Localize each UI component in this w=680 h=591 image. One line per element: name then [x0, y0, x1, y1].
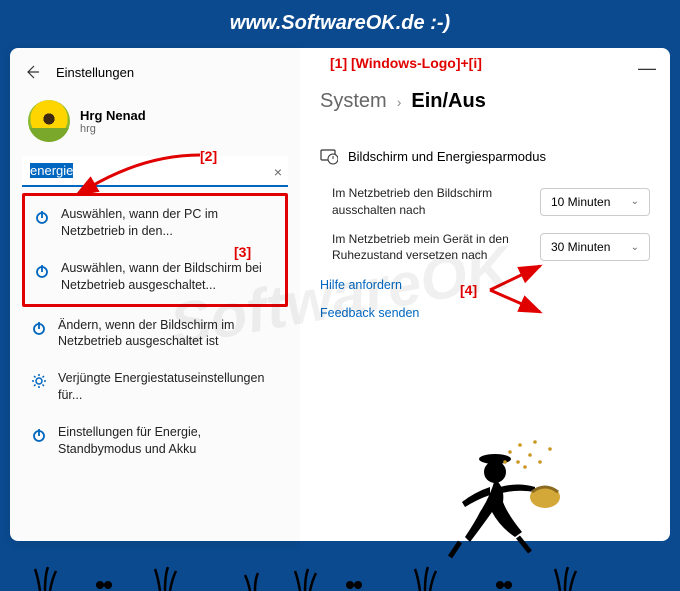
chevron-down-icon: ⌄ [631, 242, 639, 253]
section-label: Bildschirm und Energiesparmodus [348, 149, 546, 164]
power-icon [30, 426, 48, 444]
dropdown-value: 10 Minuten [551, 195, 610, 209]
back-button[interactable] [22, 62, 42, 82]
search-results-plain: Ändern, wenn der Bildschirm im Netzbetri… [22, 307, 288, 468]
power-icon [30, 319, 48, 337]
result-text: Auswählen, wann der Bildschirm bei Netzb… [61, 260, 277, 294]
result-text: Ändern, wenn der Bildschirm im Netzbetri… [58, 317, 280, 351]
chevron-down-icon: ⌄ [631, 196, 639, 207]
sleep-dropdown[interactable]: 30 Minuten ⌄ [540, 233, 650, 261]
settings-group: Im Netzbetrieb den Bildschirm ausschalte… [320, 185, 650, 264]
power-icon [33, 262, 51, 280]
result-text: Auswählen, wann der PC im Netzbetrieb in… [61, 206, 277, 240]
user-info: Hrg Nenad hrg [80, 108, 146, 135]
user-name: Hrg Nenad [80, 108, 146, 123]
user-sub: hrg [80, 123, 146, 135]
result-item[interactable]: Auswählen, wann der Bildschirm bei Netzb… [25, 250, 285, 304]
running-figure-icon [440, 437, 590, 587]
setting-label: Im Netzbetrieb mein Gerät in den Ruhezus… [332, 231, 528, 265]
result-item[interactable]: Einstellungen für Energie, Standbymodus … [22, 414, 288, 468]
power-icon [33, 208, 51, 226]
breadcrumb-current: Ein/Aus [411, 90, 485, 113]
arrow-left-icon [24, 64, 40, 80]
search-input[interactable] [22, 156, 288, 187]
left-panel: Einstellungen Hrg Nenad hrg × Auswählen,… [10, 48, 300, 541]
result-text: Einstellungen für Energie, Standbymodus … [58, 424, 280, 458]
result-item[interactable]: Verjüngte Energiestatuseinstellungen für… [22, 360, 288, 414]
result-text: Verjüngte Energiestatuseinstellungen für… [58, 370, 280, 404]
setting-label: Im Netzbetrieb den Bildschirm ausschalte… [332, 185, 528, 219]
search-results-highlighted: Auswählen, wann der PC im Netzbetrieb in… [22, 193, 288, 307]
result-item[interactable]: Ändern, wenn der Bildschirm im Netzbetri… [22, 307, 288, 361]
search-box: × [22, 156, 288, 187]
dropdown-value: 30 Minuten [551, 240, 610, 254]
chevron-right-icon: › [397, 94, 402, 110]
breadcrumb-system[interactable]: System [320, 90, 387, 113]
back-row: Einstellungen [22, 62, 288, 82]
page-title: Einstellungen [56, 65, 134, 80]
gear-icon [30, 372, 48, 390]
result-item[interactable]: Auswählen, wann der PC im Netzbetrieb in… [25, 196, 285, 250]
screen-off-dropdown[interactable]: 10 Minuten ⌄ [540, 188, 650, 216]
screen-power-icon [320, 147, 338, 165]
help-link[interactable]: Hilfe anfordern [320, 278, 650, 292]
setting-row: Im Netzbetrieb den Bildschirm ausschalte… [332, 185, 650, 219]
site-header: www.SoftwareOK.de :-) [230, 12, 450, 35]
clear-icon[interactable]: × [274, 164, 282, 180]
setting-row: Im Netzbetrieb mein Gerät in den Ruhezus… [332, 231, 650, 265]
avatar [28, 100, 70, 142]
breadcrumb: System › Ein/Aus [320, 90, 650, 113]
section-header[interactable]: Bildschirm und Energiesparmodus [320, 137, 650, 175]
minimize-button[interactable]: — [638, 58, 656, 79]
user-row[interactable]: Hrg Nenad hrg [22, 100, 288, 142]
feedback-link[interactable]: Feedback senden [320, 306, 650, 320]
